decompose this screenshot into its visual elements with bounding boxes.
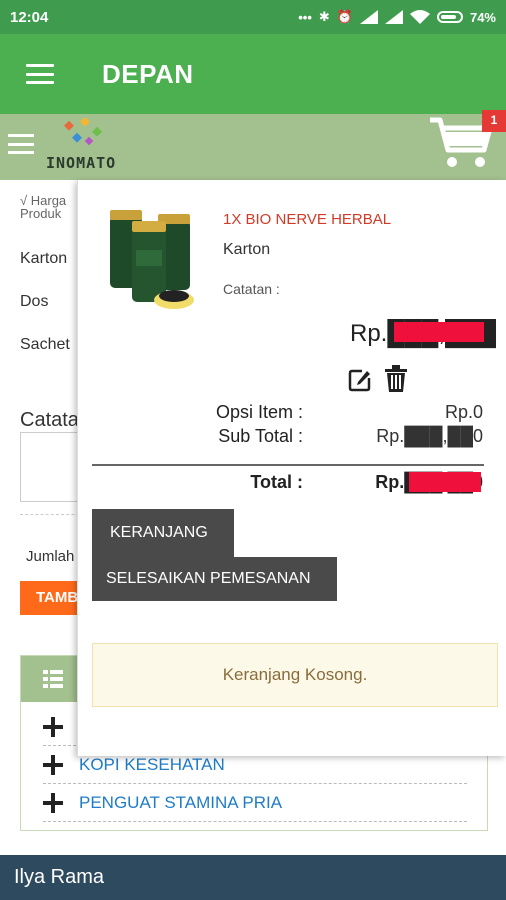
category-row[interactable]: PENGUAT STAMINA PRIA: [43, 784, 467, 822]
redaction-mask: [394, 322, 484, 342]
price-note: √ Harga Produk: [20, 194, 66, 220]
status-icons: ••• ✱ ⏰ 74%: [298, 9, 496, 25]
category-link-stamina[interactable]: PENGUAT STAMINA PRIA: [79, 793, 282, 813]
empty-cart-message: Keranjang Kosong.: [92, 643, 498, 707]
cart-dropdown: 1X BIO NERVE HERBAL Karton Catatan : Rp.…: [77, 180, 506, 756]
cart-item-price-wrap: Rp.███,███: [350, 320, 496, 350]
plus-icon[interactable]: [43, 792, 63, 813]
trash-icon[interactable]: [385, 365, 407, 392]
option-dos[interactable]: Dos: [20, 293, 48, 311]
signal-icon: [359, 10, 378, 24]
subtotal-value: Rp.███,██0: [376, 426, 483, 446]
redaction-mask: [409, 472, 481, 492]
alarm-icon: ⏰: [336, 9, 353, 24]
cart-item-name[interactable]: 1X BIO NERVE HERBAL: [223, 211, 391, 228]
plus-icon[interactable]: [43, 716, 63, 737]
user-name: Ilya Rama: [14, 866, 105, 888]
menu-icon[interactable]: [26, 64, 54, 84]
add-to-cart-button[interactable]: TAMBAH: [20, 581, 80, 615]
more-dots-icon: •••: [298, 9, 312, 25]
cart-button[interactable]: KERANJANG: [92, 509, 234, 557]
app-bar: DEPAN: [0, 34, 506, 114]
edit-icon[interactable]: [348, 368, 372, 392]
battery-icon: [436, 11, 463, 23]
price-note-line: Produk: [20, 206, 62, 221]
product-image: [110, 210, 194, 309]
wifi-icon: [409, 10, 430, 24]
plus-icon[interactable]: [43, 754, 63, 775]
category-menu-icon[interactable]: [8, 134, 34, 154]
cart-count-badge: 1: [482, 110, 506, 132]
page-title: DEPAN: [102, 58, 194, 89]
cart-item-unit: Karton: [223, 241, 271, 258]
bluetooth-icon: ✱: [318, 9, 330, 24]
logo-mark-icon: [64, 118, 102, 146]
screen: 12:04 ••• ✱ ⏰ 74% DEPAN INOMATO 1 √ Harg…: [0, 0, 506, 900]
jumlah-label: Jumlah: [26, 548, 75, 565]
signal-icon: [384, 10, 403, 24]
cart-item-note: Catatan :: [223, 281, 280, 297]
logo-text: INOMATO: [46, 154, 117, 172]
user-footer: Ilya Rama: [0, 855, 506, 900]
list-icon: [43, 670, 63, 688]
checkout-button[interactable]: SELESAIKAN PEMESANAN: [92, 557, 337, 601]
category-link-kopi[interactable]: KOPI KESEHATAN: [79, 755, 225, 775]
inomato-logo[interactable]: INOMATO: [44, 118, 124, 176]
total-label: Total :: [250, 472, 303, 492]
option-karton[interactable]: Karton: [20, 250, 67, 268]
status-time: 12:04: [10, 8, 49, 26]
status-bar: 12:04 ••• ✱ ⏰ 74%: [0, 0, 506, 34]
battery-level: 74%: [469, 9, 496, 25]
option-label: Opsi Item :: [215, 402, 303, 422]
option-value: Rp.0: [444, 402, 483, 422]
subtotal-label: Sub Total :: [218, 426, 303, 446]
total-divider: [92, 464, 484, 466]
option-sachet[interactable]: Sachet: [20, 336, 70, 354]
